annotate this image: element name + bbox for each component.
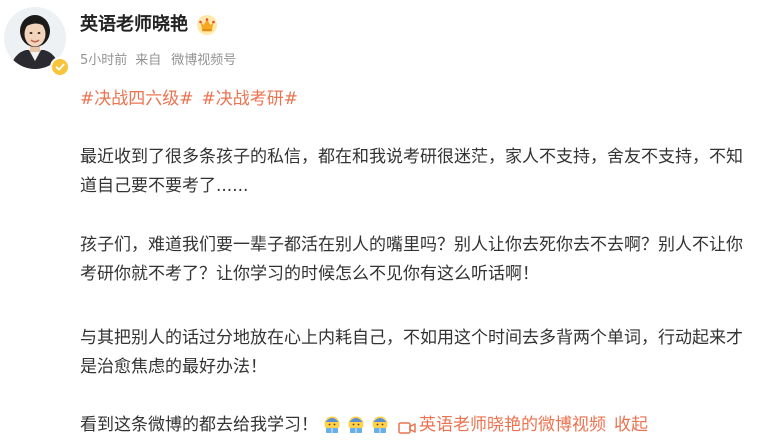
studying-emoji-icon bbox=[346, 415, 366, 435]
verified-badge-icon bbox=[50, 57, 70, 77]
video-link[interactable]: 英语老师晓艳的微博视频 bbox=[398, 411, 606, 439]
post-text: 看到这条微博的都去给我学习！ bbox=[80, 415, 318, 435]
post-paragraph: 与其把别人的话过分地放在心上内耗自己，不如用这个时间去多背两个单词，行动起来才是… bbox=[80, 328, 743, 377]
post-last-line: 看到这条微博的都去给我学习！ 英语老师晓艳的微博视频 收起 bbox=[80, 411, 648, 439]
post-time[interactable]: 5小时前 bbox=[80, 53, 127, 68]
video-icon bbox=[398, 417, 416, 434]
source-prefix: 来自 bbox=[135, 53, 162, 68]
studying-emoji-icon bbox=[370, 415, 390, 435]
source-name[interactable]: 微博视频号 bbox=[171, 53, 236, 68]
video-link-label[interactable]: 英语老师晓艳的微博视频 bbox=[419, 411, 606, 439]
post-meta: 5小时前 来自 微博视频号 bbox=[80, 52, 236, 70]
collapse-button[interactable]: 收起 bbox=[614, 411, 648, 439]
crown-vip-icon[interactable] bbox=[196, 14, 218, 36]
avatar-container[interactable] bbox=[4, 7, 70, 77]
post-paragraph: 孩子们，难道我们要一辈子都活在别人的嘴里吗？别人让你去死你去不去啊？别人不让你考… bbox=[80, 235, 743, 284]
studying-emoji-icon bbox=[322, 415, 342, 435]
username[interactable]: 英语老师晓艳 bbox=[80, 13, 188, 37]
post-paragraph: 最近收到了很多条孩子的私信，都在和我说考研很迷茫，家人不支持，舍友不支持，不知道… bbox=[80, 147, 743, 196]
topic-link[interactable]: #决战考研# bbox=[202, 89, 299, 109]
topic-list: #决战四六级# #决战考研# bbox=[80, 87, 306, 111]
topic-link[interactable]: #决战四六级# bbox=[80, 89, 194, 109]
